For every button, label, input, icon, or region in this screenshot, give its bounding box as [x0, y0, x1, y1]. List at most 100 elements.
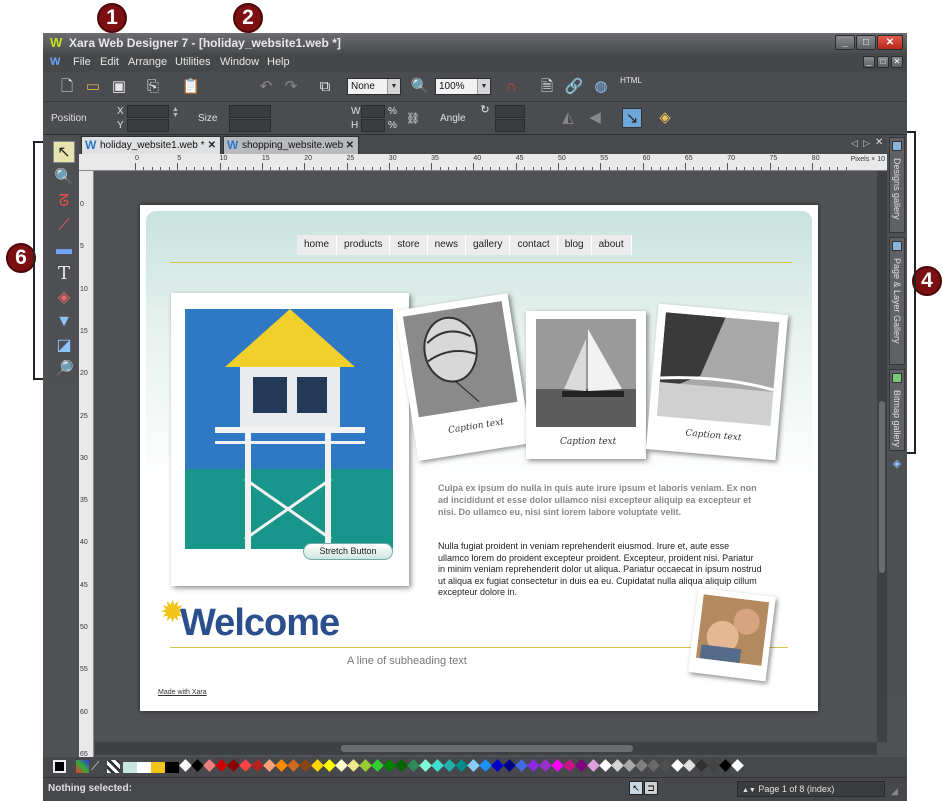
color-swatch[interactable] — [335, 759, 348, 772]
color-swatch[interactable] — [275, 759, 288, 772]
doc-close-button[interactable]: ✕ — [891, 56, 903, 68]
color-swatch[interactable] — [467, 759, 480, 772]
eyedropper-icon[interactable]: ⟋ — [91, 759, 99, 774]
menu-help[interactable]: Help — [267, 56, 290, 68]
pattern-icon[interactable] — [107, 760, 120, 773]
html-code-icon[interactable]: HTML — [618, 75, 644, 95]
color-swatch[interactable] — [179, 759, 192, 772]
color-swatch[interactable] — [287, 759, 300, 772]
color-swatch[interactable] — [455, 759, 468, 772]
flip-horizontal-icon[interactable]: ◭ — [558, 108, 578, 128]
copy-icon[interactable]: ⎘ — [143, 77, 163, 97]
nav-store[interactable]: store — [390, 235, 428, 255]
zoom-select[interactable]: 100% ▼ — [435, 78, 491, 95]
bitmap-gallery-tab[interactable]: Bitmap gallery — [889, 369, 905, 451]
nav-products[interactable]: products — [337, 235, 391, 255]
color-swatch[interactable] — [203, 759, 216, 772]
shadow-tool-icon[interactable]: ◪ — [53, 335, 75, 357]
text-tool-icon[interactable]: T — [53, 263, 75, 285]
y-field[interactable] — [127, 119, 169, 132]
color-swatch[interactable] — [539, 759, 552, 772]
fill-tool-icon[interactable]: ◈ — [53, 287, 75, 309]
color-swatch[interactable] — [359, 759, 372, 772]
color-swatch[interactable] — [671, 759, 684, 772]
page-layer-gallery-tab[interactable]: Page & Layer Gallery — [889, 237, 905, 365]
swatch-recent[interactable] — [123, 762, 137, 773]
page-navigator[interactable]: ▲▼ Page 1 of 8 (index) — [737, 781, 885, 797]
x-field[interactable] — [127, 105, 169, 118]
swatch-recent[interactable] — [151, 762, 165, 773]
zoom-tool-icon[interactable]: 🔍 — [53, 167, 75, 189]
flip-vertical-icon[interactable]: ◀ — [585, 108, 605, 128]
color-swatch[interactable] — [395, 759, 408, 772]
maximize-button[interactable]: □ — [856, 35, 876, 50]
rectangle-tool-icon[interactable]: ▬ — [53, 239, 75, 261]
color-swatch[interactable] — [599, 759, 612, 772]
color-swatch[interactable] — [239, 759, 252, 772]
transform-icon[interactable]: ⧉ — [315, 77, 335, 97]
color-swatch[interactable] — [527, 759, 540, 772]
paste-icon[interactable]: 📋 — [181, 77, 201, 97]
minimize-button[interactable]: _ — [835, 35, 855, 50]
color-swatch[interactable] — [683, 759, 696, 772]
quality-select[interactable]: None ▼ — [347, 78, 401, 95]
save-icon[interactable]: ▣ — [109, 77, 129, 97]
gallery-options-icon[interactable]: ◈ — [890, 457, 904, 471]
color-swatch[interactable] — [323, 759, 336, 772]
swatch-recent[interactable] — [165, 762, 179, 773]
no-color-icon[interactable] — [53, 760, 66, 773]
redo-icon[interactable]: ↷ — [281, 77, 301, 97]
tab-close-icon[interactable]: ✕ — [346, 137, 354, 154]
color-swatch[interactable] — [611, 759, 624, 772]
transparency-tool-icon[interactable]: ▼ — [53, 311, 75, 333]
w-field[interactable] — [361, 105, 385, 118]
tab-holiday-website[interactable]: W holiday_website1.web * ✕ — [81, 136, 221, 154]
shape-editor-tool-icon[interactable]: ᘔ — [53, 191, 75, 213]
link-icon[interactable]: 🔗 — [564, 77, 584, 97]
color-swatch[interactable] — [443, 759, 456, 772]
snap-toggle-icon[interactable]: ↖ — [629, 781, 643, 795]
tab-scroll-right-icon[interactable]: ▷ — [863, 138, 870, 149]
tab-close-icon[interactable]: ✕ — [208, 137, 216, 154]
color-swatch[interactable] — [383, 759, 396, 772]
color-swatch[interactable] — [707, 759, 720, 772]
menu-file[interactable]: File — [73, 56, 91, 68]
color-swatch[interactable] — [407, 759, 420, 772]
color-swatch[interactable] — [251, 759, 264, 772]
lock-aspect-icon[interactable]: ⛓ — [403, 109, 423, 129]
freehand-tool-icon[interactable]: ⟋ — [53, 215, 75, 237]
color-swatch[interactable] — [227, 759, 240, 772]
color-swatch[interactable] — [623, 759, 636, 772]
menu-app-icon[interactable]: W — [50, 56, 60, 68]
nav-news[interactable]: news — [428, 235, 466, 255]
color-swatch[interactable] — [563, 759, 576, 772]
undo-icon[interactable]: ↶ — [256, 77, 276, 97]
horizontal-scroll-thumb[interactable] — [341, 745, 633, 752]
menu-window[interactable]: Window — [220, 56, 259, 68]
color-picker-icon[interactable] — [76, 760, 89, 773]
tag-icon[interactable]: ◈ — [655, 108, 675, 128]
size-w-field[interactable] — [229, 105, 271, 118]
document-canvas[interactable]: home products store news gallery contact… — [95, 171, 877, 742]
designs-gallery-tab[interactable]: Designs gallery — [889, 137, 905, 233]
angle-field[interactable] — [495, 105, 525, 118]
color-swatch[interactable] — [719, 759, 732, 772]
nav-gallery[interactable]: gallery — [466, 235, 511, 255]
color-swatch[interactable] — [575, 759, 588, 772]
menu-arrange[interactable]: Arrange — [128, 56, 167, 68]
color-swatch[interactable] — [191, 759, 204, 772]
doc-minimize-button[interactable]: _ — [863, 56, 875, 68]
zoom-tool-icon[interactable]: 🔍 — [410, 77, 430, 97]
color-swatch[interactable] — [419, 759, 432, 772]
size-h-field[interactable] — [229, 119, 271, 132]
tab-scroll-left-icon[interactable]: ◁ — [851, 138, 858, 149]
close-all-tabs-icon[interactable]: ✕ — [875, 137, 883, 148]
doc-restore-button[interactable]: □ — [877, 56, 889, 68]
color-swatch[interactable] — [491, 759, 504, 772]
close-button[interactable]: ✕ — [877, 35, 903, 50]
nav-blog[interactable]: blog — [558, 235, 592, 255]
preview-globe-icon[interactable]: ◍ — [591, 77, 611, 97]
vertical-ruler[interactable]: 0510152025303540455055606570 — [79, 171, 94, 757]
horizontal-scrollbar[interactable] — [95, 742, 877, 755]
color-swatch[interactable] — [659, 759, 672, 772]
